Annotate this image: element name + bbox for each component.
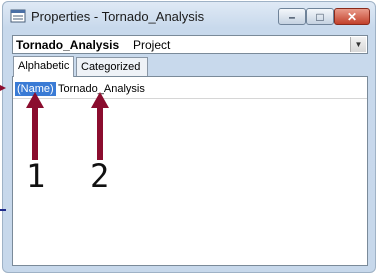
property-row[interactable]: (Name) Tornado_Analysis	[13, 80, 367, 98]
tab-categorized[interactable]: Categorized	[76, 57, 148, 76]
object-name: Tornado_Analysis	[16, 38, 120, 52]
edge-marker-tick	[0, 209, 6, 211]
minimize-button[interactable]: –	[278, 8, 306, 25]
properties-window: Properties - Tornado_Analysis – □ ✕ Torn…	[2, 1, 376, 273]
title-bar[interactable]: Properties - Tornado_Analysis – □ ✕	[3, 2, 375, 30]
chevron-down-icon[interactable]: ▼	[350, 37, 366, 52]
object-selector[interactable]: Tornado_Analysis Project ▼	[12, 35, 368, 54]
tab-alphabetic[interactable]: Alphabetic	[13, 56, 74, 77]
callout-arrow-1	[26, 92, 44, 160]
callout-label-1: 1	[26, 157, 46, 195]
close-button[interactable]: ✕	[334, 8, 370, 25]
property-grid: (Name) Tornado_Analysis	[12, 76, 368, 266]
minimize-icon: –	[288, 9, 296, 24]
maximize-button[interactable]: □	[306, 8, 334, 25]
callout-arrow-2	[91, 92, 109, 160]
object-type: Project	[133, 38, 171, 52]
maximize-icon: □	[316, 9, 324, 24]
row-divider	[13, 98, 367, 99]
callout-label-2: 2	[90, 157, 110, 195]
edge-marker-arrow	[0, 85, 6, 91]
close-icon: ✕	[346, 9, 358, 24]
properties-window-icon	[10, 9, 26, 23]
window-title: Properties - Tornado_Analysis	[31, 9, 205, 24]
